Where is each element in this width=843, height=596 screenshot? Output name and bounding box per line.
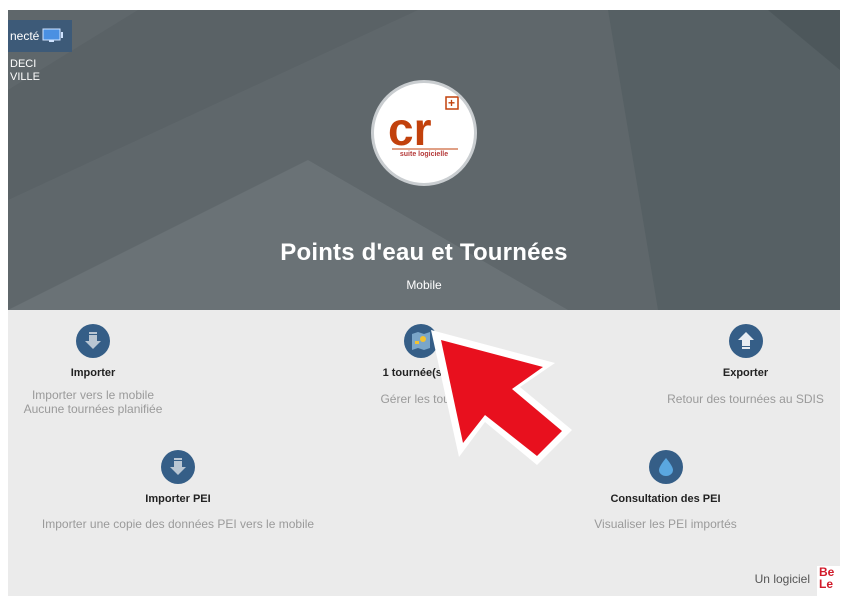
arrow-down-icon[interactable] bbox=[161, 450, 195, 484]
monitor-icon bbox=[42, 28, 64, 42]
import-pei-description: Importer une copie des données PEI vers … bbox=[41, 517, 315, 531]
page-subtitle: Mobile bbox=[406, 278, 442, 292]
consult-pei-label: Consultation des PEI bbox=[610, 493, 721, 505]
logo-mark: cr + bbox=[388, 96, 459, 155]
import-tile[interactable]: Importer Importer vers le mobile Aucune … bbox=[8, 324, 178, 416]
export-description: Retour des tournées au SDIS bbox=[667, 392, 824, 406]
connection-status-label: necté bbox=[10, 29, 40, 43]
water-drop-icon[interactable] bbox=[648, 450, 683, 484]
arrow-down-icon[interactable] bbox=[76, 324, 110, 358]
org-name-line2: VILLE bbox=[10, 71, 40, 83]
consult-pei-tile[interactable]: Consultation des PEI Visualiser les PEI … bbox=[578, 450, 753, 531]
app-window: necté DECI VILLE cr + suite logicielle P… bbox=[8, 10, 840, 596]
page-title: Points d'eau et Tournées bbox=[280, 239, 568, 266]
arrow-up-icon[interactable] bbox=[728, 324, 763, 358]
connection-status-badge[interactable]: necté bbox=[8, 20, 72, 52]
logo-letters: cr bbox=[388, 103, 432, 155]
export-tile[interactable]: Exporter Retour des tournées au SDIS bbox=[658, 324, 833, 406]
import-desc-line1: Importer vers le mobile bbox=[31, 388, 155, 402]
import-pei-label: Importer PEI bbox=[145, 493, 211, 505]
hero-banner: necté DECI VILLE cr + suite logicielle P… bbox=[8, 10, 840, 310]
pointer-arrow-annotation bbox=[431, 330, 572, 465]
export-label: Exporter bbox=[722, 367, 769, 379]
brand-logo[interactable]: Be Le bbox=[817, 566, 840, 596]
logo-subtitle: suite logicielle bbox=[399, 151, 449, 158]
import-label: Importer bbox=[70, 367, 116, 379]
brand-logo-line2: Le bbox=[819, 577, 834, 591]
app-logo: cr + suite logicielle bbox=[371, 80, 477, 186]
org-name-line1: DECI bbox=[10, 58, 37, 70]
import-desc-line2: Aucune tournées planifiée bbox=[23, 402, 163, 416]
consult-pei-description: Visualiser les PEI importés bbox=[594, 517, 737, 531]
import-pei-tile[interactable]: Importer PEI Importer une copie des donn… bbox=[28, 450, 328, 531]
logo-plus: + bbox=[448, 96, 455, 110]
footer-text: Un logiciel bbox=[754, 572, 810, 586]
import-description: Importer vers le mobile Aucune tournées … bbox=[8, 388, 178, 416]
